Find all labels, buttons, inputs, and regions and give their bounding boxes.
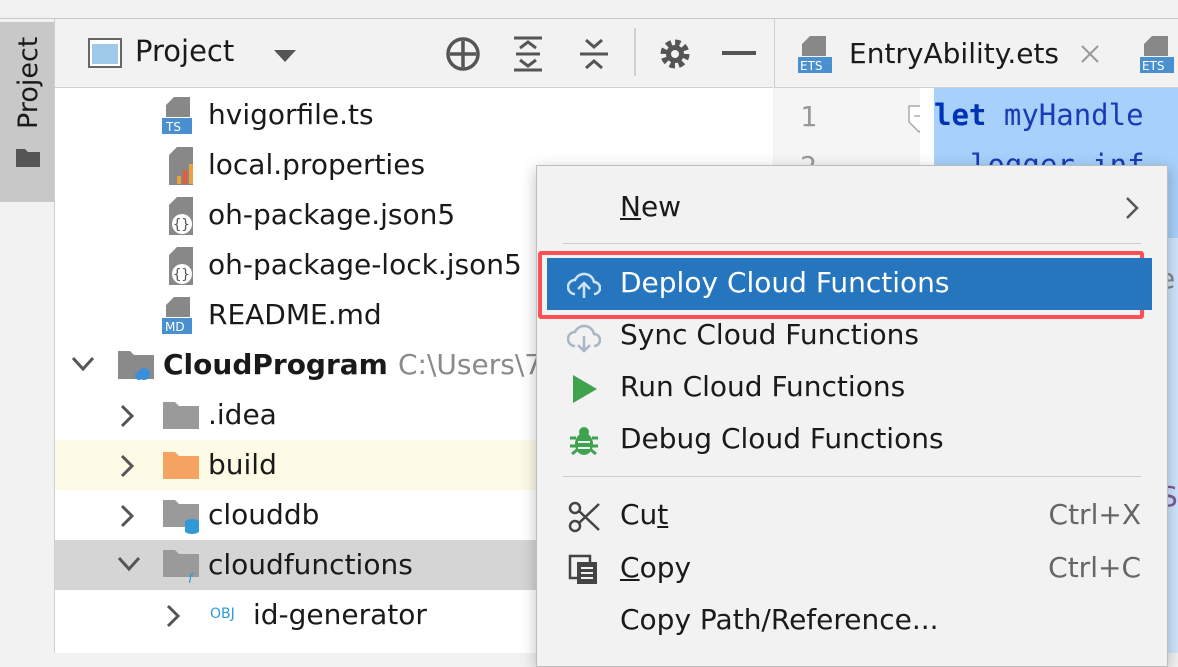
tab-second[interactable]: ETS xyxy=(1124,19,1178,87)
scissors-icon xyxy=(568,501,600,533)
menu-item-label: Debug Cloud Functions xyxy=(620,422,944,455)
markdown-file-icon: MD xyxy=(162,297,192,334)
project-tool-tab-label: Project xyxy=(13,36,44,130)
json-file-icon: {} xyxy=(169,197,193,235)
menu-item-debug-cloud-functions[interactable]: Debug Cloud Functions xyxy=(537,414,1167,466)
obj-badge: OBJ xyxy=(210,606,235,622)
tree-row-label: oh-package-lock.json5 xyxy=(208,248,522,281)
chevron-down-icon[interactable] xyxy=(71,354,95,374)
tree-row-label: README.md xyxy=(208,298,382,331)
menu-item-label: Sync Cloud Functions xyxy=(620,318,919,351)
bug-icon xyxy=(570,427,598,456)
locate-icon[interactable] xyxy=(443,34,483,74)
line-number: 1 xyxy=(800,100,817,133)
close-icon[interactable] xyxy=(1079,43,1101,65)
tree-row-label: CloudProgram xyxy=(163,348,388,381)
menu-item-label: Deploy Cloud Functions xyxy=(620,266,950,299)
menu-separator xyxy=(563,243,1141,244)
menu-item-cut[interactable]: Cut Ctrl+X xyxy=(537,490,1167,542)
svg-text:{}: {} xyxy=(173,267,190,283)
menu-item-label: New xyxy=(620,190,682,223)
minimize-icon[interactable] xyxy=(722,48,756,58)
chevron-right-icon xyxy=(1126,197,1139,219)
chevron-down-icon[interactable] xyxy=(117,554,141,574)
expand-all-icon[interactable] xyxy=(508,34,548,74)
chevron-right-icon[interactable] xyxy=(119,504,135,528)
chevron-right-icon[interactable] xyxy=(119,454,135,478)
functions-folder-icon: f xyxy=(163,550,199,584)
top-strip xyxy=(0,0,1178,19)
context-menu: New Deploy Cloud Functions Sync Cloud Fu… xyxy=(536,165,1168,667)
menu-item-new[interactable]: New xyxy=(537,182,1167,234)
cloud-upload-icon xyxy=(567,272,601,298)
tree-row-label: .idea xyxy=(208,398,277,431)
header-divider xyxy=(634,28,636,76)
ts-badge: TS xyxy=(165,120,181,134)
tree-row-label: build xyxy=(208,448,277,481)
excluded-folder-icon xyxy=(163,452,199,479)
gear-icon[interactable] xyxy=(655,34,695,74)
tree-row-hvigorfile[interactable]: TS hvigorfile.ts xyxy=(55,90,773,140)
tree-row-label: hvigorfile.ts xyxy=(208,98,374,131)
menu-item-label: Copy xyxy=(620,551,692,584)
ets-file-icon: ETS xyxy=(1140,36,1174,73)
project-view-selector[interactable]: Project xyxy=(135,34,234,68)
menu-item-deploy-cloud-functions[interactable]: Deploy Cloud Functions xyxy=(547,258,1152,310)
shortcut-label: Ctrl+C xyxy=(1048,551,1141,584)
tab-entryability[interactable]: ETS EntryAbility.ets xyxy=(774,19,1124,87)
database-folder-icon xyxy=(163,500,199,534)
menu-item-label: Copy Path/Reference... xyxy=(620,603,939,636)
folder-icon xyxy=(16,149,40,167)
project-view-icon xyxy=(88,38,122,68)
tree-row-label: oh-package.json5 xyxy=(208,198,456,231)
chevron-right-icon[interactable] xyxy=(165,604,181,628)
tree-row-label: id-generator xyxy=(253,598,427,631)
chevron-down-icon[interactable] xyxy=(272,48,298,64)
ets-badge: ETS xyxy=(1142,59,1165,73)
code-keyword: let xyxy=(934,98,987,132)
tree-row-label: clouddb xyxy=(208,498,320,531)
ets-file-icon: ETS xyxy=(798,36,832,73)
menu-separator xyxy=(563,476,1141,477)
menu-item-sync-cloud-functions[interactable]: Sync Cloud Functions xyxy=(537,310,1167,362)
folder-icon xyxy=(163,402,199,429)
typescript-file-icon: TS xyxy=(162,97,192,134)
svg-text:{}: {} xyxy=(173,217,190,233)
menu-item-run-cloud-functions[interactable]: Run Cloud Functions xyxy=(537,362,1167,414)
menu-item-copy[interactable]: Copy Ctrl+C xyxy=(537,543,1167,595)
tree-row-label: cloudfunctions xyxy=(208,548,413,581)
menu-item-label: Run Cloud Functions xyxy=(620,370,906,403)
cloud-sync-icon xyxy=(567,324,601,353)
copy-icon xyxy=(568,554,597,584)
json-file-icon: {} xyxy=(169,247,193,285)
tree-row-label: local.properties xyxy=(208,148,426,181)
tab-label: EntryAbility.ets xyxy=(849,37,1060,70)
code-identifier: myHandle xyxy=(1003,98,1144,132)
md-badge: MD xyxy=(165,320,185,334)
collapse-all-icon[interactable] xyxy=(574,34,614,74)
tree-row-path: C:\Users\7 xyxy=(398,348,543,381)
shortcut-label: Ctrl+X xyxy=(1048,498,1141,531)
properties-file-icon xyxy=(169,147,193,185)
cloud-project-folder-icon xyxy=(118,351,154,380)
menu-item-label: Cut xyxy=(620,498,669,531)
chevron-right-icon[interactable] xyxy=(119,404,135,428)
ets-badge: ETS xyxy=(800,59,823,73)
run-icon xyxy=(573,375,597,403)
code-line-1: let myHandle xyxy=(934,98,1144,132)
menu-item-copy-path[interactable]: Copy Path/Reference... xyxy=(537,595,1167,647)
